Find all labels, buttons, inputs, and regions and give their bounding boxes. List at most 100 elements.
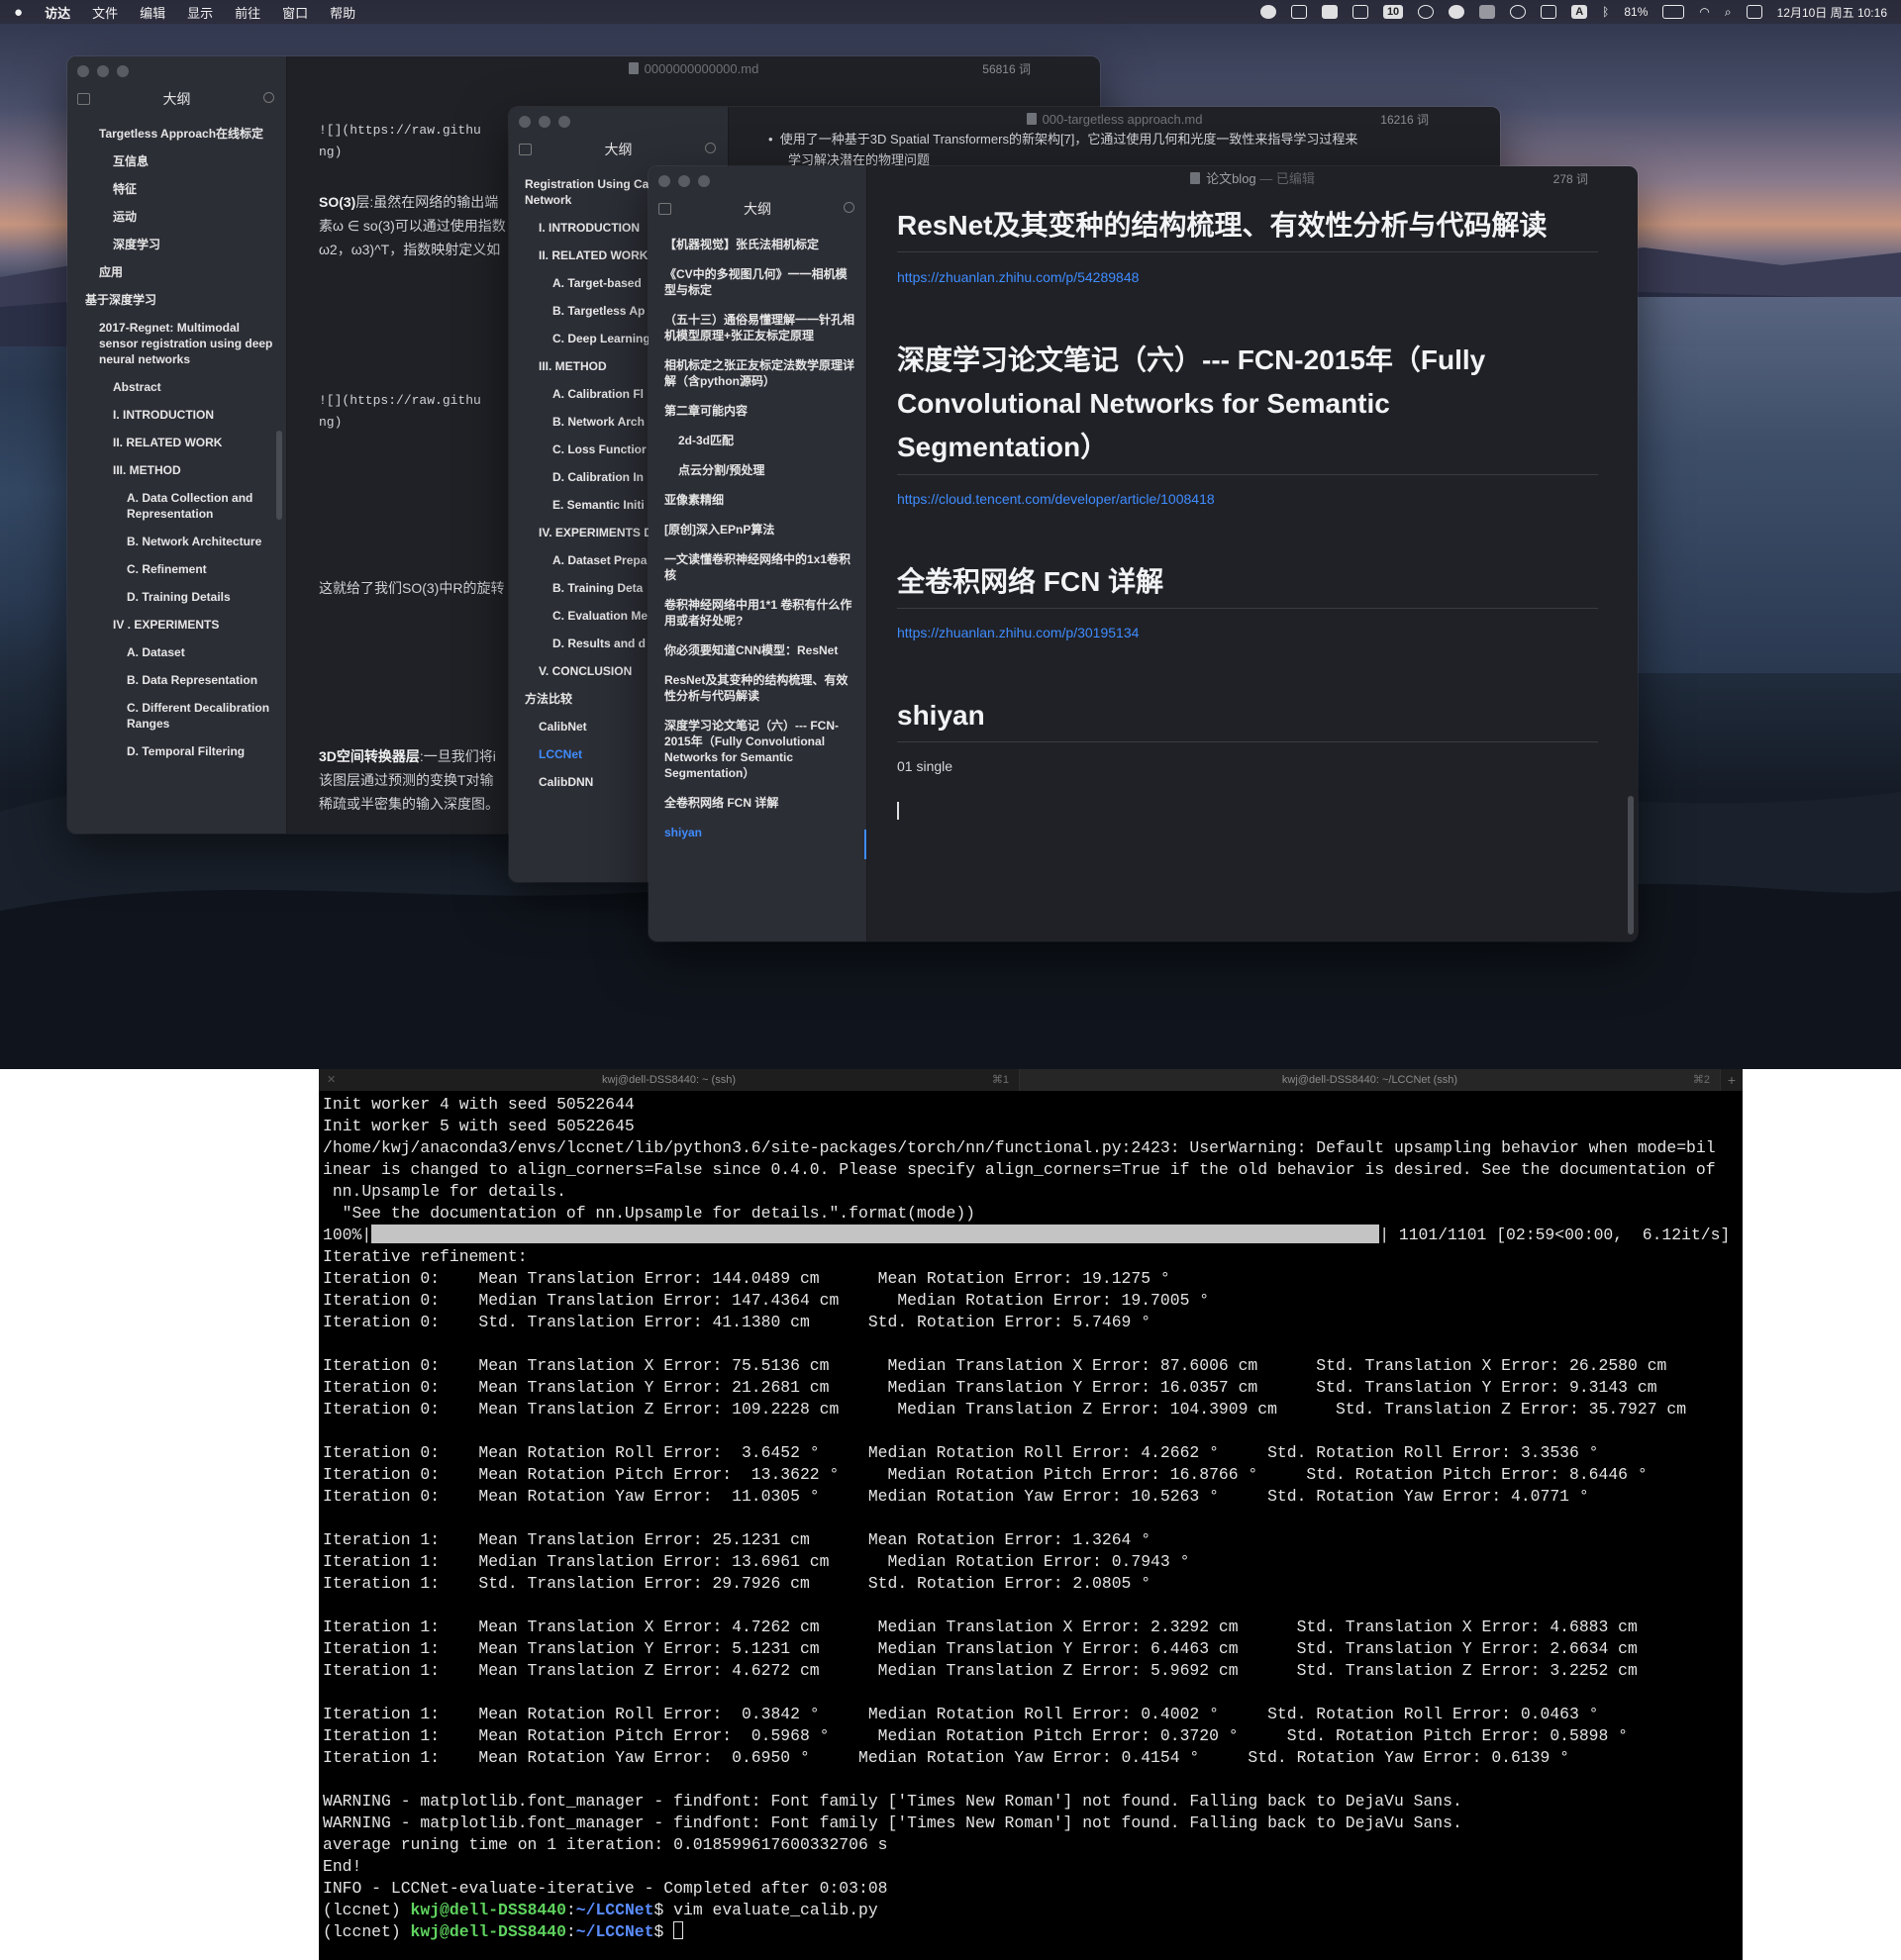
word-count[interactable]: 16216 词 <box>1380 107 1429 133</box>
bluetooth-icon[interactable]: ᛒ <box>1602 5 1609 19</box>
shell-prompt-line[interactable]: (lccnet) kwj@dell-DSS8440:~/LCCNet$ vim … <box>323 1901 878 1919</box>
close-window-icon[interactable] <box>658 175 670 187</box>
outline-item[interactable]: 运动 <box>67 203 286 231</box>
menu-item-window[interactable]: 窗口 <box>282 3 308 22</box>
wifi-icon[interactable]: ◠ <box>1699 5 1709 19</box>
outline-item[interactable]: 深度学习论文笔记（六）--- FCN-2015年（Fully Convoluti… <box>649 711 866 788</box>
outline-item[interactable]: A. Data Collection and Representation <box>67 484 286 528</box>
input-method-icon[interactable]: A <box>1571 5 1588 19</box>
terminal-output[interactable]: Init worker 4 with seed 50522644 Init wo… <box>323 1094 1741 1943</box>
close-tab-icon[interactable]: ✕ <box>327 1069 336 1091</box>
sidebar-scrollbar[interactable] <box>276 431 282 520</box>
battery-icon[interactable] <box>1662 5 1685 19</box>
outline-item[interactable]: 《CV中的多视图几何》一一相机模型与标定 <box>649 259 866 305</box>
search-icon[interactable] <box>844 202 854 213</box>
volume-icon[interactable] <box>1541 5 1557 19</box>
apple-menu-icon[interactable]: ● <box>14 4 23 21</box>
clock-datetime[interactable]: 12月10日 周五 10:16 <box>1777 4 1887 21</box>
shell-prompt-line[interactable]: (lccnet) kwj@dell-DSS8440:~/LCCNet$ <box>323 1921 684 1941</box>
outline-item[interactable]: （五十三）通俗易懂理解一一针孔相机模型原理+张正友标定原理 <box>649 305 866 350</box>
outline-item[interactable]: Abstract <box>67 373 286 401</box>
minimize-window-icon[interactable] <box>97 65 109 77</box>
editor-image-line: ![](https://raw.githu <box>319 123 481 138</box>
sidebar-toggle-icon[interactable] <box>658 203 671 215</box>
outline-item[interactable]: III. METHOD <box>67 456 286 484</box>
app-icon[interactable] <box>1321 5 1338 19</box>
app2-icon[interactable] <box>1351 5 1368 19</box>
minimize-window-icon[interactable] <box>678 175 690 187</box>
outline-item[interactable]: 互信息 <box>67 147 286 175</box>
outline-item[interactable]: II. RELATED WORK <box>67 429 286 456</box>
zoom-window-icon[interactable] <box>117 65 129 77</box>
close-window-icon[interactable] <box>519 116 531 128</box>
editor-scrollbar[interactable] <box>1628 796 1634 934</box>
typora-window-front[interactable]: 大纲 【机器视觉】张氏法相机标定 《CV中的多视图几何》一一相机模型与标定 （五十三… <box>649 166 1638 941</box>
sidebar-toggle-icon[interactable] <box>77 93 90 105</box>
new-tab-button[interactable]: + <box>1721 1069 1743 1091</box>
outline-item[interactable]: D. Training Details <box>67 583 286 611</box>
outline-item[interactable]: 卷积神经网络中用1*1 卷积有什么作用或者好处呢? <box>649 590 866 636</box>
outline-item[interactable]: 基于深度学习 <box>67 286 286 314</box>
outline-item[interactable]: [原创]深入EPnP算法 <box>649 515 866 544</box>
zoom-window-icon[interactable] <box>558 116 570 128</box>
zoom-window-icon[interactable] <box>698 175 710 187</box>
outline-item[interactable]: 深度学习 <box>67 231 286 258</box>
menu-item-edit[interactable]: 编辑 <box>140 3 165 22</box>
terminal-tab-1[interactable]: ✕ kwj@dell-DSS8440: ~ (ssh) ⌘1 <box>319 1069 1020 1091</box>
terminal-tab-2[interactable]: kwj@dell-DSS8440: ~/LCCNet (ssh) ⌘2 <box>1020 1069 1721 1091</box>
outline-item[interactable]: 点云分割/预处理 <box>649 455 866 485</box>
terminal-line: Iteration 1: Mean Rotation Roll Error: 0… <box>323 1705 1599 1723</box>
outline-item[interactable]: 一文读懂卷积神经网络中的1x1卷积核 <box>649 544 866 590</box>
outline-item[interactable]: 你必须要知道CNN模型：ResNet <box>649 636 866 665</box>
outline-item[interactable]: 【机器视觉】张氏法相机标定 <box>649 230 866 259</box>
outline-item[interactable]: 2017-Regnet: Multimodal sensor registrat… <box>67 314 286 373</box>
outline-item[interactable]: ResNet及其变种的结构梳理、有效性分析与代码解读 <box>649 665 866 711</box>
link-zhihu-resnet[interactable]: https://zhuanlan.zhihu.com/p/54289848 <box>897 269 1139 285</box>
menu-item-view[interactable]: 显示 <box>187 3 213 22</box>
terminal-line: Iteration 0: Mean Rotation Yaw Error: 11… <box>323 1487 1589 1506</box>
menu-item-help[interactable]: 帮助 <box>330 3 355 22</box>
outline-item[interactable]: 亚像素精细 <box>649 485 866 515</box>
outline-item[interactable]: 2d-3d匹配 <box>649 426 866 455</box>
record-icon[interactable] <box>1510 5 1527 19</box>
close-window-icon[interactable] <box>77 65 89 77</box>
outline-item[interactable]: Targetless Approach在线标定 <box>67 120 286 147</box>
search-icon[interactable] <box>263 92 274 103</box>
search-icon[interactable]: ⌕ <box>1725 5 1732 20</box>
word-count[interactable]: 278 词 <box>1553 166 1588 192</box>
outline-item[interactable]: shiyan <box>649 818 866 847</box>
hat-icon[interactable] <box>1479 5 1496 19</box>
outline-item[interactable]: IV . EXPERIMENTS <box>67 611 286 638</box>
outline-item[interactable]: B. Network Architecture <box>67 528 286 555</box>
link-tencent-fcn[interactable]: https://cloud.tencent.com/developer/arti… <box>897 491 1215 507</box>
cloud-icon[interactable] <box>1449 5 1465 19</box>
outline-item[interactable]: 第二章可能内容 <box>649 396 866 426</box>
minimize-window-icon[interactable] <box>539 116 550 128</box>
outline-item[interactable]: C. Different Decalibration Ranges <box>67 694 286 737</box>
outline-item[interactable]: 应用 <box>67 258 286 286</box>
menu-item-finder[interactable]: 访达 <box>45 3 70 22</box>
outline-item[interactable]: D. Temporal Filtering <box>67 737 286 765</box>
terminal-window[interactable]: ✕ kwj@dell-DSS8440: ~ (ssh) ⌘1 kwj@dell-… <box>319 1069 1743 1960</box>
outline-item[interactable]: 特征 <box>67 175 286 203</box>
input-switch-icon[interactable] <box>1290 5 1307 19</box>
active-heading-indicator <box>864 830 866 859</box>
wechat-icon[interactable] <box>1259 5 1276 19</box>
outline-item[interactable]: A. Dataset <box>67 638 286 666</box>
link-zhihu-fcn[interactable]: https://zhuanlan.zhihu.com/p/30195134 <box>897 625 1139 640</box>
search-icon[interactable] <box>705 143 716 153</box>
outline-item[interactable]: 全卷积网络 FCN 详解 <box>649 788 866 818</box>
menu-item-go[interactable]: 前往 <box>235 3 260 22</box>
outline-item[interactable]: 相机标定之张正友标定法数学原理详解（含python源码） <box>649 350 866 396</box>
sync-icon[interactable] <box>1418 5 1435 19</box>
control-center-icon[interactable] <box>1746 5 1762 19</box>
outline-item[interactable]: C. Refinement <box>67 555 286 583</box>
calendar-badge-icon[interactable]: 10 <box>1382 5 1404 19</box>
outline-item[interactable]: I. INTRODUCTION <box>67 401 286 429</box>
word-count[interactable]: 56816 词 <box>982 56 1031 82</box>
terminal-line: nn.Upsample for details. <box>332 1182 566 1201</box>
traffic-lights <box>519 116 570 128</box>
sidebar-toggle-icon[interactable] <box>519 144 532 155</box>
menu-item-file[interactable]: 文件 <box>92 3 118 22</box>
outline-item[interactable]: B. Data Representation <box>67 666 286 694</box>
